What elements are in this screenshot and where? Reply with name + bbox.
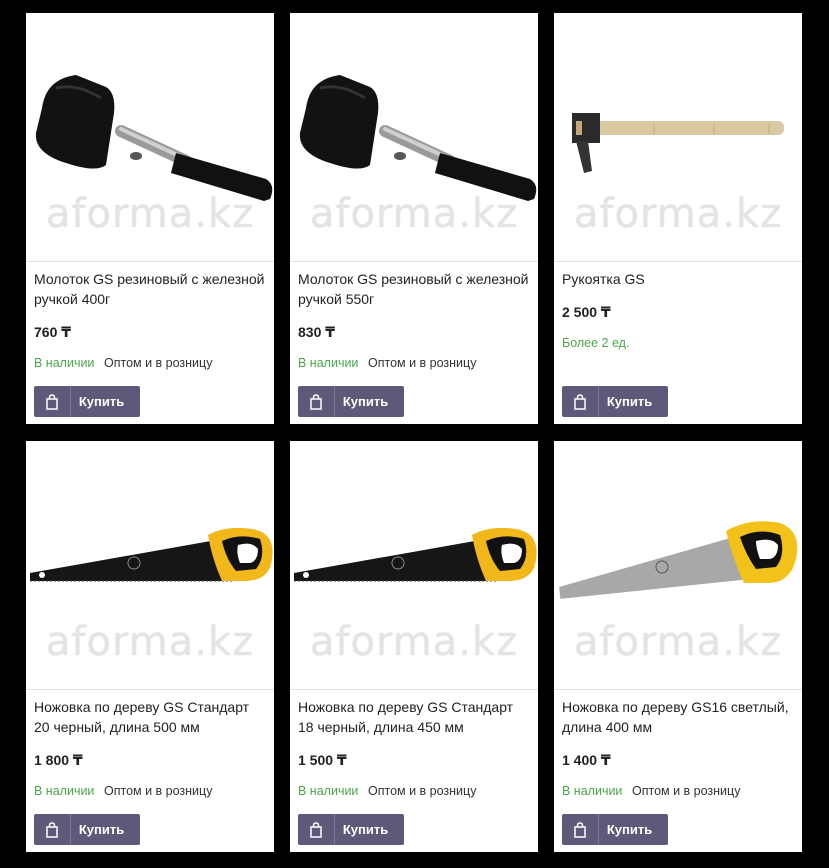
product-grid: aforma.kz Молоток GS резиновый с железно… [0,0,829,868]
product-price: 1 500 ₸ [298,752,347,768]
watermark: aforma.kz [45,619,255,665]
product-card: aforma.kz Молоток GS резиновый с железно… [290,13,538,424]
buy-button[interactable]: Купить [298,386,404,417]
product-card: aforma.kz Ножовка по дереву GS16 светлый… [554,441,802,852]
buy-button-label: Купить [78,394,125,409]
product-title[interactable]: Молоток GS резиновый с железной ручкой 5… [298,269,530,309]
stock-status: Более 2 ед. [562,336,630,350]
product-price: 760 ₸ [34,324,71,340]
stock-status: В наличии [298,784,359,798]
product-title[interactable]: Ножовка по дереву GS Стандарт 18 черный,… [298,697,530,737]
stock-status: В наличии [562,784,623,798]
product-image[interactable]: aforma.kz [26,13,274,262]
watermark: aforma.kz [45,191,255,237]
shopping-bag-icon [562,386,599,417]
buy-button[interactable]: Купить [298,814,404,845]
product-card: aforma.kz Ножовка по дереву GS Стандарт … [290,441,538,852]
buy-button-label: Купить [78,822,125,837]
wholesale-label: Оптом и в розницу [368,784,477,798]
product-image[interactable]: aforma.kz [290,13,538,262]
product-image[interactable]: aforma.kz [290,441,538,690]
stock-status: В наличии [34,784,95,798]
product-price: 1 800 ₸ [34,752,83,768]
watermark: aforma.kz [573,619,783,665]
product-title[interactable]: Рукоятка GS [562,269,794,289]
wholesale-label: Оптом и в розницу [104,356,213,370]
product-title[interactable]: Молоток GS резиновый с железной ручкой 4… [34,269,266,309]
product-price: 2 500 ₸ [562,304,611,320]
product-price: 830 ₸ [298,324,335,340]
watermark: aforma.kz [573,191,783,237]
buy-button[interactable]: Купить [34,386,140,417]
watermark: aforma.kz [309,191,519,237]
wholesale-label: Оптом и в розницу [104,784,213,798]
shopping-bag-icon [562,814,599,845]
buy-button-label: Купить [606,394,653,409]
watermark: aforma.kz [309,619,519,665]
product-title[interactable]: Ножовка по дереву GS16 светлый, длина 40… [562,697,794,737]
product-image[interactable]: aforma.kz [26,441,274,690]
shopping-bag-icon [298,386,335,417]
buy-button-label: Купить [606,822,653,837]
buy-button[interactable]: Купить [34,814,140,845]
product-image[interactable]: aforma.kz [554,441,802,690]
buy-button[interactable]: Купить [562,386,668,417]
product-card: aforma.kz Ножовка по дереву GS Стандарт … [26,441,274,852]
shopping-bag-icon [34,814,71,845]
product-card: aforma.kz Рукоятка GS 2 500 ₸ Более 2 ед… [554,13,802,424]
buy-button[interactable]: Купить [562,814,668,845]
wholesale-label: Оптом и в розницу [632,784,741,798]
product-card: aforma.kz Молоток GS резиновый с железно… [26,13,274,424]
shopping-bag-icon [34,386,71,417]
buy-button-label: Купить [342,394,389,409]
wholesale-label: Оптом и в розницу [368,356,477,370]
shopping-bag-icon [298,814,335,845]
buy-button-label: Купить [342,822,389,837]
stock-status: В наличии [298,356,359,370]
product-title[interactable]: Ножовка по дереву GS Стандарт 20 черный,… [34,697,266,737]
stock-status: В наличии [34,356,95,370]
product-price: 1 400 ₸ [562,752,611,768]
product-image[interactable]: aforma.kz [554,13,802,262]
